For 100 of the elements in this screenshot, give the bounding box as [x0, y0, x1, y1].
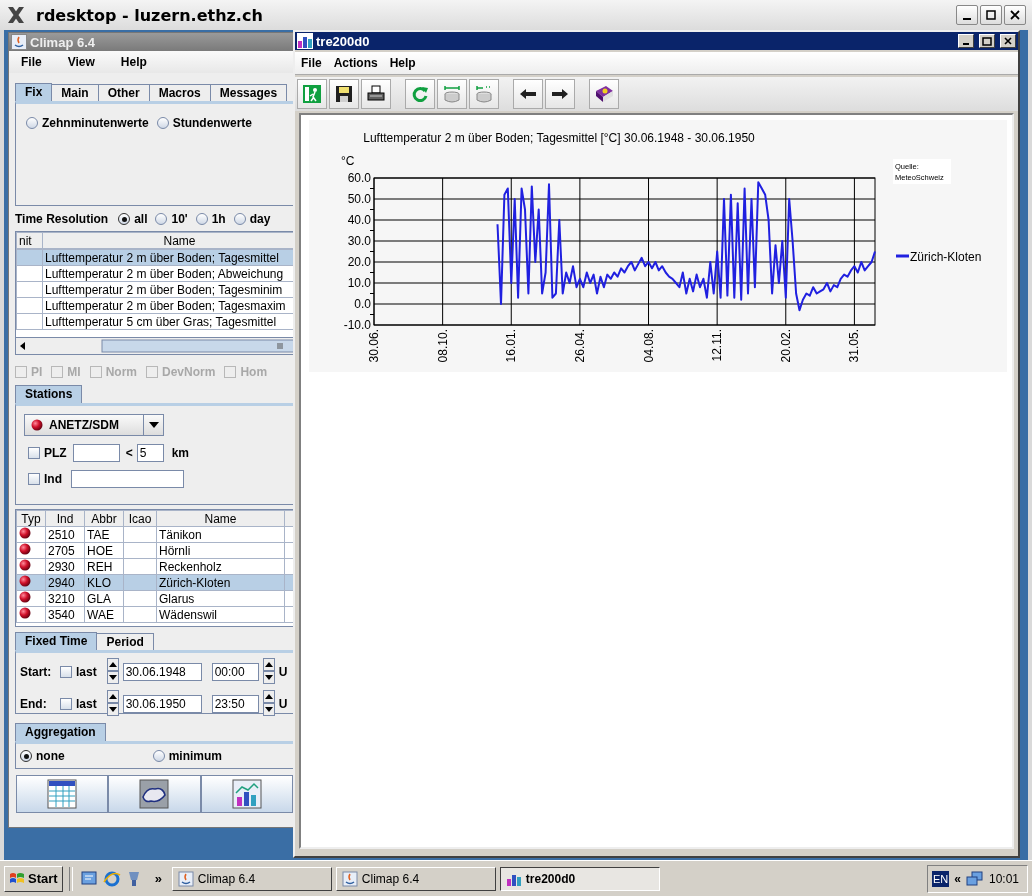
radio-option[interactable]: minimum [152, 749, 222, 763]
taskbar-button[interactable]: tre200d0 [499, 866, 660, 891]
clock: 10:01 [988, 871, 1019, 886]
help-book-button[interactable] [589, 79, 619, 109]
table-row[interactable]: 2705 HOE Hörnli [16, 542, 293, 559]
tab[interactable]: Fixed Time [15, 632, 98, 650]
window-title: Climap 6.4 [30, 34, 96, 50]
tick-label: 12.11. [710, 329, 725, 362]
menu-item[interactable]: View [55, 55, 109, 69]
minimize-icon [963, 43, 969, 45]
plz-field[interactable] [72, 444, 120, 462]
column-header[interactable]: Name [42, 232, 293, 249]
horizontal-scrollbar[interactable] [16, 337, 293, 354]
radio-option[interactable]: 1h [195, 212, 226, 226]
spinner-arrows-icon[interactable] [262, 657, 275, 687]
radio-option[interactable]: 10' [155, 212, 188, 226]
taskbar-button[interactable]: Climap 6.4 [335, 866, 496, 891]
table-view-button[interactable] [16, 775, 109, 813]
station-marker-icon [19, 575, 31, 587]
spinner-arrows-icon[interactable] [262, 689, 275, 719]
date-field[interactable]: 30.06.1950 [122, 695, 202, 713]
chart-button[interactable] [200, 775, 293, 813]
java-cup-icon [341, 870, 358, 887]
radio-option[interactable]: all [118, 212, 148, 226]
maximize-button[interactable] [980, 5, 1002, 25]
chart-icon [231, 779, 262, 809]
spinner-arrows-icon[interactable] [106, 689, 119, 719]
minimize-button[interactable] [956, 5, 978, 25]
minimize-icon [963, 18, 971, 20]
checkbox[interactable]: last [60, 665, 97, 679]
tick-label: 0.0 [354, 297, 371, 311]
more-button[interactable]: » [148, 871, 168, 886]
menu-item[interactable]: Actions [327, 56, 384, 70]
checkbox[interactable]: last [60, 697, 97, 711]
radio-option[interactable]: Zehnminutenwerte [26, 116, 149, 130]
checkbox[interactable]: PLZ [28, 446, 67, 460]
column-header[interactable]: Ind [45, 510, 85, 527]
station-marker-icon [19, 559, 31, 571]
windows-flag-icon [9, 871, 25, 886]
checkbox[interactable]: Ind [28, 472, 62, 486]
tab[interactable]: Messages [209, 84, 288, 101]
axis-label: °C [341, 154, 355, 168]
network-dropdown[interactable]: ANETZ/SDM [24, 414, 144, 436]
column-header[interactable]: Abbr [84, 510, 124, 527]
radio-option[interactable]: day [233, 212, 271, 226]
column-header[interactable]: Typ [16, 510, 46, 527]
database-button[interactable] [469, 79, 499, 109]
database-button[interactable] [437, 79, 467, 109]
time-label: End: [20, 697, 48, 711]
tab[interactable]: Fix [15, 83, 53, 101]
left-arrow-button[interactable] [513, 79, 543, 109]
close-button[interactable] [1004, 5, 1026, 25]
radio-option[interactable]: none [20, 749, 65, 763]
browser-icon[interactable] [100, 869, 123, 888]
time-field[interactable]: 00:00 [211, 663, 259, 681]
refresh-button[interactable] [405, 79, 435, 109]
station-marker-icon [19, 591, 31, 603]
legend-label: Zürich-Kloten [910, 250, 982, 264]
help-book-icon [593, 83, 615, 105]
column-header[interactable]: Icao [123, 510, 157, 527]
menu-item[interactable]: Help [108, 55, 161, 69]
tab[interactable]: Period [96, 633, 154, 650]
menu-item[interactable]: File [295, 56, 328, 70]
tick-label: 08.10. [435, 329, 450, 363]
tick-label: 50.0 [347, 192, 371, 206]
station-marker-icon [19, 527, 31, 539]
radius-field[interactable]: 5 [136, 444, 164, 462]
expand-tray-button[interactable]: « [954, 871, 961, 886]
menu-item[interactable]: File [9, 55, 56, 69]
time-field[interactable]: 23:50 [211, 695, 259, 713]
menu-item[interactable]: Help [383, 56, 422, 70]
table-row[interactable]: 3210 GLA Glarus [16, 590, 293, 607]
table-row[interactable]: 2930 REH Reckenholz [16, 558, 293, 575]
tick-label: 30.06. [367, 329, 381, 363]
database-icon [441, 83, 463, 105]
network-icon[interactable] [965, 870, 984, 887]
tick-label: -10.0 [343, 318, 371, 332]
map-button[interactable] [108, 775, 201, 813]
radio-option[interactable]: Stundenwerte [156, 116, 253, 130]
start-button[interactable]: Start [4, 865, 63, 892]
table-row[interactable]: 2940 KLO Zürich-Kloten [16, 574, 293, 591]
language-indicator[interactable]: EN [932, 870, 950, 887]
legend-swatch [896, 254, 909, 258]
print-button[interactable] [361, 79, 391, 109]
date-field[interactable]: 30.06.1948 [122, 663, 202, 681]
right-arrow-button[interactable] [545, 79, 575, 109]
save-button[interactable] [329, 79, 359, 109]
tab[interactable]: Stations [15, 385, 83, 403]
taskbar-button[interactable]: Climap 6.4 [171, 866, 332, 891]
tick-label: 60.0 [347, 171, 371, 185]
table-row[interactable]: 2510 TAE Tänikon [16, 526, 293, 543]
close-icon [1004, 37, 1012, 45]
ind-field[interactable] [71, 470, 184, 488]
column-header[interactable]: Name [156, 510, 285, 527]
table-row[interactable]: 3540 WAE Wädenswil [16, 606, 293, 623]
tab[interactable]: Aggregation [15, 723, 106, 741]
spinner-arrows-icon[interactable] [106, 657, 119, 687]
java-cup-icon [177, 870, 194, 887]
time-resolution-label: Time Resolution [15, 212, 109, 226]
column-header[interactable]: nit [16, 232, 43, 249]
